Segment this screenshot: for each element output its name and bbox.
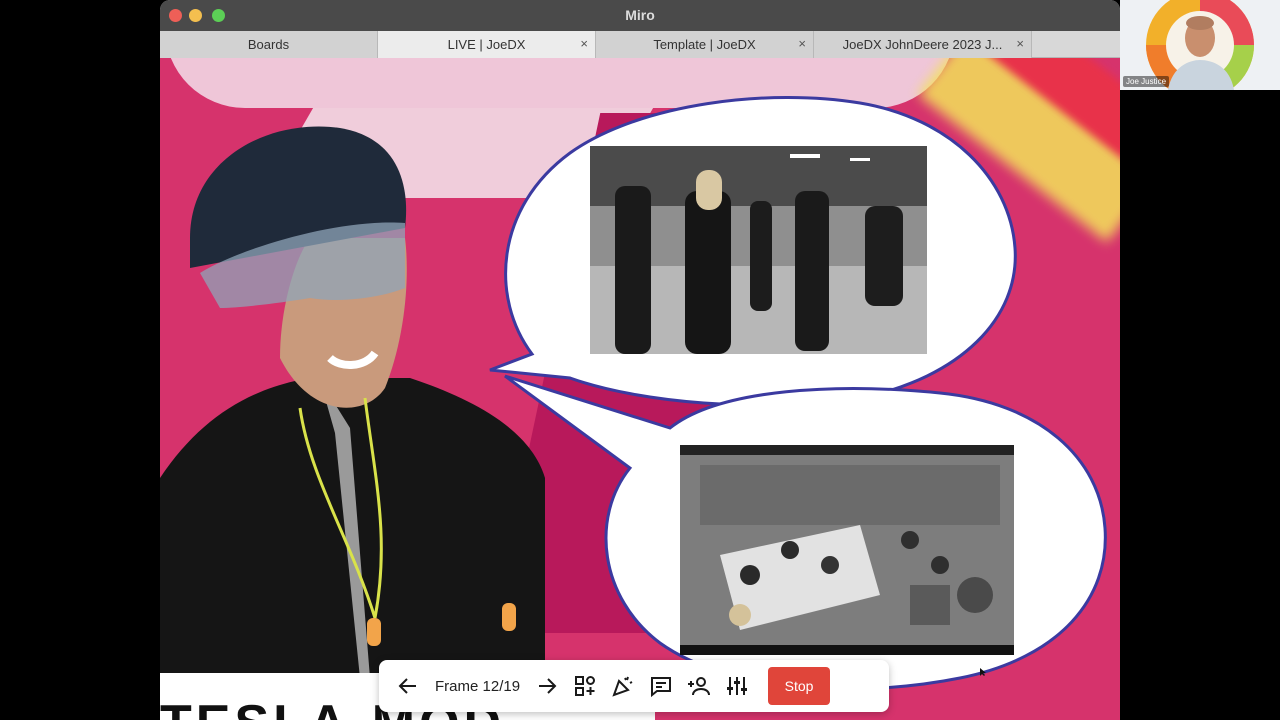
mouse-cursor-icon — [980, 668, 986, 676]
tab-close-icon[interactable]: × — [1016, 36, 1024, 51]
tab-label: LIVE | JoeDX — [447, 37, 526, 52]
factory-photo-image — [590, 146, 927, 354]
sliders-icon — [727, 677, 748, 695]
participant-name: Joe Justice — [1123, 76, 1170, 87]
miro-window: Miro Boards LIVE | JoeDX × Template | Jo… — [160, 0, 1120, 720]
tab-joedx-johndeere[interactable]: JoeDX JohnDeere 2023 J... × — [814, 31, 1032, 58]
tab-label: JoeDX JohnDeere 2023 J... — [842, 37, 1003, 52]
title-bar: Miro — [160, 0, 1120, 31]
tab-close-icon[interactable]: × — [580, 36, 588, 51]
comment-button[interactable] — [642, 668, 680, 704]
party-popper-icon — [612, 676, 633, 697]
tab-close-icon[interactable]: × — [798, 36, 806, 51]
workshop-photo-image — [680, 445, 1014, 655]
tab-live-joedx[interactable]: LIVE | JoeDX × — [378, 31, 596, 58]
screen: Miro Boards LIVE | JoeDX × Template | Jo… — [0, 0, 1280, 720]
comment-icon — [651, 677, 672, 698]
person-cutout — [160, 126, 545, 678]
factory-photo[interactable] — [590, 146, 927, 354]
previous-frame-button[interactable] — [389, 668, 427, 704]
frame-counter: Frame 12/19 — [435, 677, 521, 695]
stop-presentation-button[interactable]: Stop — [768, 667, 831, 705]
tab-label: Template | JoeDX — [653, 37, 756, 52]
presentation-toolbar: Frame 12/19 Stop — [379, 660, 889, 712]
workshop-photo[interactable] — [680, 445, 1014, 655]
tab-template-joedx[interactable]: Template | JoeDX × — [596, 31, 814, 58]
arrow-right-icon — [539, 678, 557, 694]
webcam-tile: Joe Justice — [1120, 0, 1280, 90]
shapes-icon — [575, 676, 596, 696]
tab-boards[interactable]: Boards — [160, 31, 378, 58]
tab-label: Boards — [247, 37, 290, 52]
arrow-left-icon — [398, 678, 416, 694]
settings-button[interactable] — [718, 668, 756, 704]
tab-bar: Boards LIVE | JoeDX × Template | JoeDX ×… — [160, 31, 1120, 58]
invite-button[interactable] — [680, 668, 718, 704]
shapes-button[interactable] — [566, 668, 604, 704]
next-frame-button[interactable] — [528, 668, 566, 704]
celebrate-button[interactable] — [604, 668, 642, 704]
add-user-icon — [688, 677, 711, 696]
board-canvas[interactable]: TESLA-MOD Frame 12/19 — [160, 58, 1120, 720]
window-title: Miro — [625, 7, 655, 23]
